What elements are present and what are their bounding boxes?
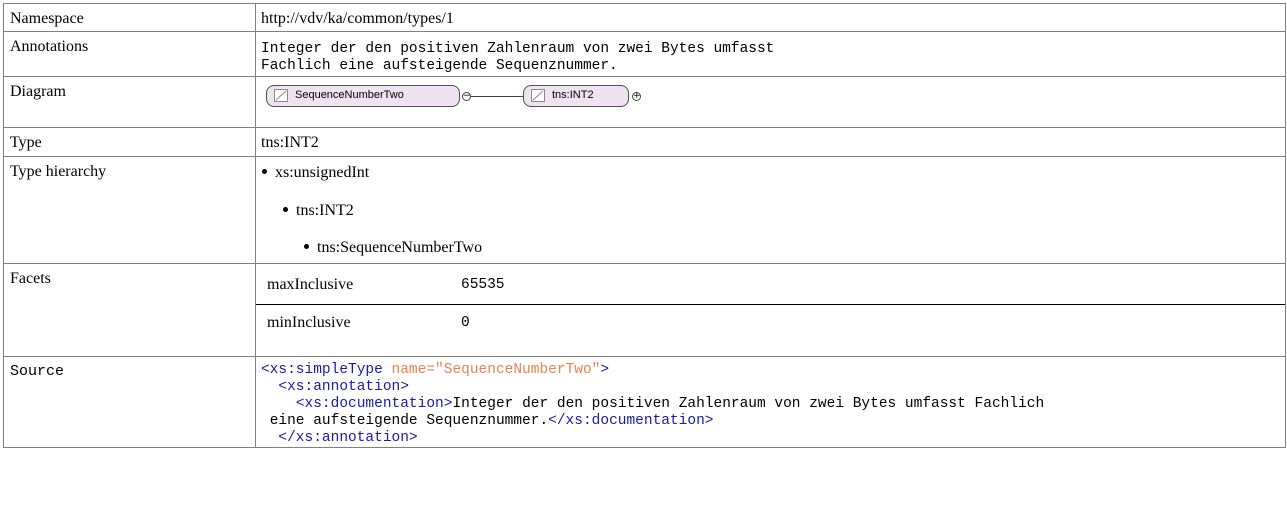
type-hierarchy-label: Type hierarchy (3, 156, 256, 264)
diagram-row: Diagram SequenceNumberTwo − tns:INT2 + (3, 76, 1286, 128)
source-attr: name= (382, 362, 436, 378)
source-tag: <xs:annotation> (278, 379, 409, 395)
hierarchy-item-1: xs:unsignedInt (262, 164, 369, 182)
source-row: Source <xs:simpleType name="SequenceNumb… (3, 356, 1286, 448)
simple-type-icon (274, 89, 288, 102)
hierarchy-item-2: tns:INT2 (283, 202, 354, 220)
annotation-line-1: Integer der den positiven Zahlenraum von… (261, 41, 775, 57)
facets-label: Facets (3, 263, 256, 357)
type-node[interactable]: tns:INT2 (523, 85, 629, 107)
namespace-label: Namespace (3, 3, 256, 32)
type-row: Type tns:INT2 (3, 127, 1286, 157)
schema-diagram: SequenceNumberTwo − tns:INT2 + (261, 83, 1285, 119)
type-hierarchy-row: Type hierarchy xs:unsignedInt tns:INT2 t… (3, 156, 1286, 264)
type-node-label: tns:INT2 (552, 89, 594, 101)
source-code: <xs:simpleType name="SequenceNumberTwo">… (261, 362, 1285, 447)
facet-value: 65535 (461, 267, 1285, 305)
facet-name: minInclusive (267, 313, 351, 331)
annotation-line-2: Fachlich eine aufsteigende Sequenznummer… (261, 58, 618, 74)
connector-line (471, 96, 524, 97)
hierarchy-item-3: tns:SequenceNumberTwo (304, 239, 482, 257)
collapse-icon[interactable]: − (462, 92, 471, 101)
diagram-label: Diagram (3, 76, 256, 128)
source-tag: </xs:annotation> (278, 430, 418, 446)
source-attr-value: "SequenceNumberTwo" (435, 362, 601, 378)
facet-value: 0 (461, 314, 470, 331)
type-value: tns:INT2 (255, 127, 1286, 157)
facets-row: Facets maxInclusive 65535 minInclusive 0 (3, 263, 1286, 357)
source-tag-end: > (600, 362, 610, 378)
facet-name: maxInclusive (256, 267, 461, 305)
expand-icon[interactable]: + (632, 92, 641, 101)
facets-table: maxInclusive 65535 minInclusive 0 (256, 267, 1285, 341)
source-tag: <xs:simpleType (261, 362, 383, 378)
source-tag: </xs:documentation> (548, 413, 714, 429)
source-tag: <xs:documentation> (295, 396, 453, 412)
simple-type-icon (531, 89, 545, 102)
type-label: Type (3, 127, 256, 157)
source-text: eine aufsteigende Sequenznummer. (269, 413, 549, 429)
source-text: Integer der den positiven Zahlenraum von… (452, 396, 1045, 412)
annotations-row: Annotations Integer der den positiven Za… (3, 31, 1286, 77)
facet-row: maxInclusive 65535 (256, 267, 1285, 305)
facet-row: minInclusive 0 (256, 304, 1285, 341)
namespace-row: Namespace http://vdv/ka/common/types/1 (3, 3, 1286, 32)
hierarchy-link-3: tns:SequenceNumberTwo (317, 239, 483, 256)
hierarchy-link-1[interactable]: xs:unsignedInt (275, 164, 369, 181)
namespace-value: http://vdv/ka/common/types/1 (255, 3, 1286, 32)
element-node[interactable]: SequenceNumberTwo (266, 85, 460, 107)
properties-table: Namespace http://vdv/ka/common/types/1 A… (3, 3, 1286, 448)
source-label: Source (3, 356, 256, 448)
element-node-label: SequenceNumberTwo (295, 89, 404, 101)
hierarchy-link-2[interactable]: tns:INT2 (296, 202, 354, 219)
annotations-label: Annotations (3, 31, 256, 77)
